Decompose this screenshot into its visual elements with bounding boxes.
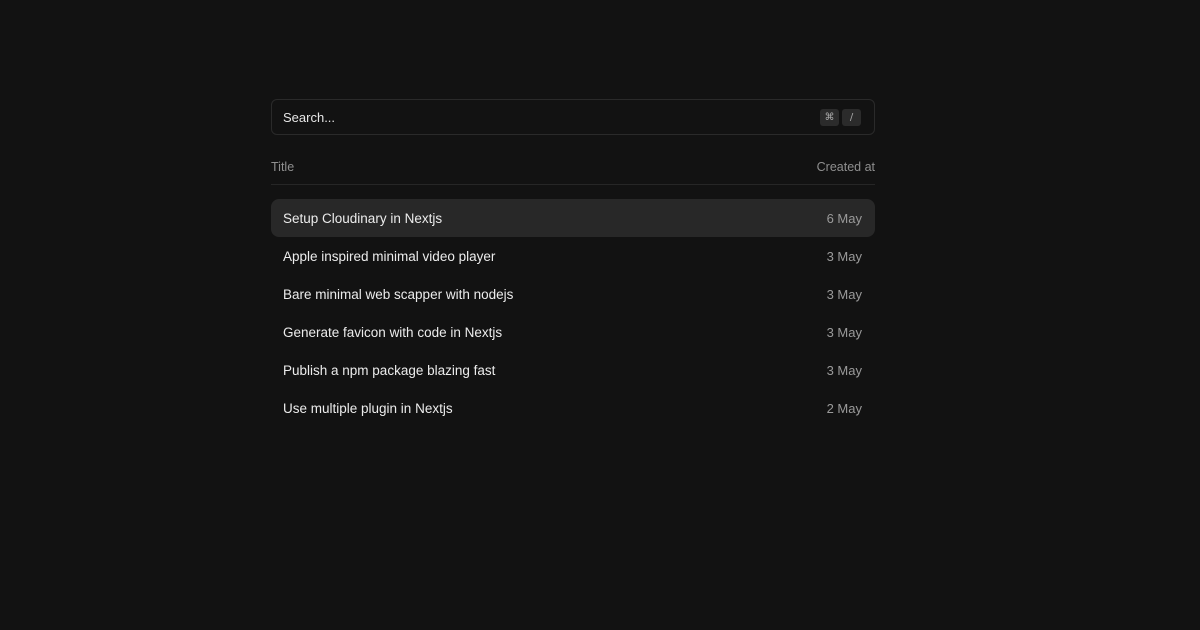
- post-date: 3 May: [826, 248, 862, 264]
- column-header-title: Title: [271, 159, 295, 174]
- keyboard-shortcut: ⌘ /: [820, 108, 861, 126]
- list-item[interactable]: Bare minimal web scapper with nodejs 3 M…: [271, 275, 875, 313]
- post-list: Setup Cloudinary in Nextjs 6 May Apple i…: [271, 199, 875, 427]
- post-title: Use multiple plugin in Nextjs: [283, 400, 453, 416]
- table-header: Title Created at: [271, 158, 875, 185]
- post-list-container: ⌘ / Title Created at Setup Cloudinary in…: [271, 99, 875, 427]
- list-item[interactable]: Use multiple plugin in Nextjs 2 May: [271, 389, 875, 427]
- post-date: 3 May: [826, 362, 862, 378]
- post-date: 3 May: [826, 324, 862, 340]
- list-item[interactable]: Setup Cloudinary in Nextjs 6 May: [271, 199, 875, 237]
- slash-key: /: [842, 108, 861, 126]
- search-input[interactable]: [283, 109, 820, 125]
- column-header-created-at: Created at: [816, 159, 875, 174]
- post-date: 6 May: [826, 210, 862, 226]
- list-item[interactable]: Generate favicon with code in Nextjs 3 M…: [271, 313, 875, 351]
- post-title: Setup Cloudinary in Nextjs: [283, 210, 443, 226]
- list-item[interactable]: Publish a npm package blazing fast 3 May: [271, 351, 875, 389]
- post-title: Bare minimal web scapper with nodejs: [283, 286, 514, 302]
- post-title: Publish a npm package blazing fast: [283, 362, 496, 378]
- search-bar[interactable]: ⌘ /: [271, 99, 875, 135]
- command-key-icon: ⌘: [820, 108, 839, 126]
- post-date: 2 May: [826, 400, 862, 416]
- list-item[interactable]: Apple inspired minimal video player 3 Ma…: [271, 237, 875, 275]
- post-date: 3 May: [826, 286, 862, 302]
- post-title: Generate favicon with code in Nextjs: [283, 324, 503, 340]
- post-title: Apple inspired minimal video player: [283, 248, 496, 264]
